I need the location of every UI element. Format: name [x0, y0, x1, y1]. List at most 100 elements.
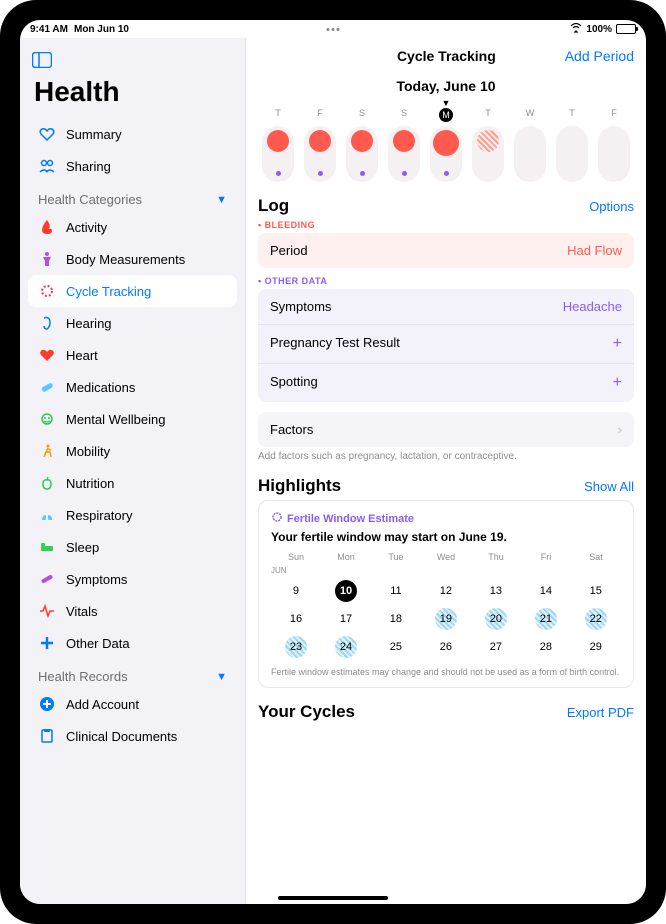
plus-icon: + [613, 374, 622, 392]
log-row-pregnancy-test-result[interactable]: Pregnancy Test Result+ [258, 325, 634, 364]
cycle-day[interactable] [388, 126, 420, 182]
sidebar-item-vitals[interactable]: Vitals [28, 595, 237, 627]
fertile-window-card[interactable]: Fertile Window Estimate Your fertile win… [258, 500, 634, 688]
sidebar: Health SummarySharing Health Categories … [20, 38, 246, 904]
bandage-icon [38, 570, 56, 588]
cal-day-number: 13 [485, 580, 507, 602]
export-pdf-button[interactable]: Export PDF [567, 705, 634, 720]
cal-month: JUN [271, 566, 621, 575]
cal-day[interactable]: 26 [421, 633, 471, 661]
cal-day[interactable]: 16 [271, 605, 321, 633]
fertile-disclaimer: Fertile window estimates may change and … [271, 667, 621, 677]
log-row-spotting[interactable]: Spotting+ [258, 364, 634, 402]
cycle-day[interactable] [598, 126, 630, 182]
cal-day[interactable]: 29 [571, 633, 621, 661]
sidebar-item-label: Hearing [66, 316, 112, 331]
clipboard-icon [38, 727, 56, 745]
cycle-dot [393, 130, 415, 152]
sidebar-item-activity[interactable]: Activity [28, 211, 237, 243]
sidebar-item-hearing[interactable]: Hearing [28, 307, 237, 339]
sidebar-item-summary[interactable]: Summary [28, 118, 237, 150]
sidebar-item-add-account[interactable]: Add Account [28, 688, 237, 720]
cal-day[interactable]: 23 [271, 633, 321, 661]
cal-day[interactable]: 27 [471, 633, 521, 661]
people-icon [38, 157, 56, 175]
weekday-label: S [388, 108, 420, 118]
log-row-label: Pregnancy Test Result [270, 335, 400, 353]
sidebar-item-label: Summary [66, 127, 122, 142]
cal-day-number: 18 [385, 608, 407, 630]
cal-day[interactable]: 14 [521, 577, 571, 605]
chevron-down-icon[interactable]: ▼ [216, 671, 227, 683]
cycle-day[interactable] [430, 126, 462, 182]
log-row-symptoms[interactable]: SymptomsHeadache [258, 289, 634, 325]
cal-day[interactable]: 25 [371, 633, 421, 661]
cal-day[interactable]: 9 [271, 577, 321, 605]
sidebar-item-label: Mobility [66, 444, 110, 459]
cycle-day[interactable] [346, 126, 378, 182]
bed-icon [38, 538, 56, 556]
home-indicator[interactable] [278, 896, 388, 900]
content-pane: Cycle Tracking Add Period Today, June 10… [246, 38, 646, 904]
sidebar-item-medications[interactable]: Medications [28, 371, 237, 403]
sidebar-item-respiratory[interactable]: Respiratory [28, 499, 237, 531]
symptom-dot [318, 171, 323, 176]
sidebar-item-heart[interactable]: Heart [28, 339, 237, 371]
sidebar-item-clinical-documents[interactable]: Clinical Documents [28, 720, 237, 752]
sidebar-item-other-data[interactable]: Other Data [28, 627, 237, 659]
period-row[interactable]: Period Had Flow [258, 233, 634, 268]
cal-day[interactable]: 18 [371, 605, 421, 633]
sidebar-item-nutrition[interactable]: Nutrition [28, 467, 237, 499]
cycle-dot [351, 130, 373, 152]
sidebar-item-label: Add Account [66, 697, 139, 712]
pills-icon [38, 378, 56, 396]
cal-day[interactable]: 19 [421, 605, 471, 633]
sidebar-toggle-icon[interactable] [32, 52, 52, 68]
sidebar-item-body-measurements[interactable]: Body Measurements [28, 243, 237, 275]
cal-day-header: Wed [421, 552, 471, 562]
cal-day[interactable]: 13 [471, 577, 521, 605]
cal-day-number: 17 [335, 608, 357, 630]
add-period-button[interactable]: Add Period [565, 48, 634, 64]
cycle-day[interactable] [514, 126, 546, 182]
cal-day[interactable]: 28 [521, 633, 571, 661]
factors-hint: Add factors such as pregnancy, lactation… [258, 451, 634, 462]
factors-row[interactable]: Factors › [258, 412, 634, 447]
cycle-day[interactable] [262, 126, 294, 182]
sidebar-item-cycle-tracking[interactable]: Cycle Tracking [28, 275, 237, 307]
sidebar-item-mental-wellbeing[interactable]: Mental Wellbeing [28, 403, 237, 435]
sidebar-item-sharing[interactable]: Sharing [28, 150, 237, 182]
cal-day[interactable]: 22 [571, 605, 621, 633]
cycle-dot [267, 130, 289, 152]
cal-day[interactable]: 20 [471, 605, 521, 633]
cycle-day[interactable] [472, 126, 504, 182]
cycle-day[interactable] [556, 126, 588, 182]
chevron-down-icon[interactable]: ▼ [216, 194, 227, 206]
fertile-label: Fertile Window Estimate [287, 513, 414, 525]
cycle-icon [38, 282, 56, 300]
plus-icon [38, 634, 56, 652]
your-cycles-title: Your Cycles [258, 702, 355, 722]
sidebar-item-label: Body Measurements [66, 252, 185, 267]
show-all-button[interactable]: Show All [584, 479, 634, 494]
symptom-dot [486, 171, 491, 176]
sidebar-item-sleep[interactable]: Sleep [28, 531, 237, 563]
cal-day[interactable]: 15 [571, 577, 621, 605]
multitask-dots[interactable] [327, 28, 340, 31]
cycle-day[interactable] [304, 126, 336, 182]
cal-day[interactable]: 10 [321, 577, 371, 605]
cal-day[interactable]: 12 [421, 577, 471, 605]
cal-day-header: Fri [521, 552, 571, 562]
sidebar-item-symptoms[interactable]: Symptoms [28, 563, 237, 595]
cal-day[interactable]: 17 [321, 605, 371, 633]
log-row-label: Symptoms [270, 299, 331, 314]
battery-percent: 100% [586, 24, 612, 35]
sidebar-item-mobility[interactable]: Mobility [28, 435, 237, 467]
sidebar-item-label: Other Data [66, 636, 130, 651]
cal-day[interactable]: 21 [521, 605, 571, 633]
cal-day[interactable]: 11 [371, 577, 421, 605]
vitals-icon [38, 602, 56, 620]
cycle-icon [271, 511, 283, 526]
cal-day[interactable]: 24 [321, 633, 371, 661]
log-options-button[interactable]: Options [589, 199, 634, 214]
